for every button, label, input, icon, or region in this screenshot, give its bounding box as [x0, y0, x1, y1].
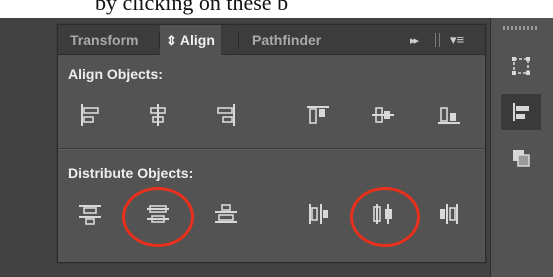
- distribute-top-edges-icon: [79, 205, 101, 225]
- dock-grip-handle[interactable]: [503, 26, 539, 30]
- panel-menu-button[interactable]: ▾≡: [450, 25, 464, 55]
- menu-separator: [439, 33, 440, 47]
- align-top-edges-button[interactable]: [301, 98, 335, 132]
- panel-dock: [490, 18, 553, 277]
- align-horizontal-centers-button[interactable]: [141, 98, 175, 132]
- align-objects-label: Align Objects:: [68, 66, 163, 82]
- menu-separator: [435, 33, 436, 47]
- align-right-edges-icon: [217, 104, 235, 126]
- distribute-right-edges-button[interactable]: [432, 197, 466, 231]
- tab-separator: [238, 31, 239, 49]
- distribute-bottom-edges-icon: [215, 204, 237, 223]
- dock-transform-button[interactable]: [501, 48, 541, 84]
- tab-pathfinder-label: Pathfinder: [252, 32, 322, 48]
- distribute-left-edges-button[interactable]: [301, 197, 335, 231]
- dock-align-button[interactable]: [501, 94, 541, 130]
- highlight-circle: [122, 187, 194, 247]
- panel-tab-bar: Transform ⇕ Align Pathfinder ▸▸ ▾≡: [58, 25, 485, 56]
- tab-transform[interactable]: Transform: [64, 25, 144, 55]
- align-top-edges-icon: [307, 106, 329, 124]
- distribute-top-edges-button[interactable]: [73, 197, 107, 231]
- double-chevron-right-icon: ▸▸: [410, 35, 419, 47]
- tab-align[interactable]: ⇕ Align: [160, 25, 221, 56]
- panel-menu-icon: ▾≡: [450, 32, 465, 47]
- align-left-edges-button[interactable]: [73, 98, 107, 132]
- section-divider-highlight: [58, 149, 485, 150]
- pathfinder-panel-icon: [513, 150, 530, 167]
- tab-options-chevron-icon: ⇕: [166, 33, 177, 48]
- align-left-edges-icon: [81, 104, 99, 126]
- distribute-objects-label: Distribute Objects:: [68, 165, 194, 181]
- align-bottom-edges-button[interactable]: [432, 98, 466, 132]
- align-bottom-edges-icon: [438, 107, 460, 124]
- align-vertical-centers-button[interactable]: [366, 98, 400, 132]
- align-panel: Transform ⇕ Align Pathfinder ▸▸ ▾≡ Align …: [57, 24, 486, 263]
- tab-transform-label: Transform: [70, 32, 139, 48]
- transform-panel-icon: [512, 57, 530, 75]
- background-text: by clicking on these b: [95, 0, 289, 15]
- align-panel-icon: [513, 103, 529, 121]
- align-right-edges-button[interactable]: [209, 98, 243, 132]
- distribute-bottom-edges-button[interactable]: [209, 197, 243, 231]
- tab-pathfinder[interactable]: Pathfinder: [246, 25, 327, 55]
- tab-align-label: Align: [179, 32, 215, 48]
- distribute-left-edges-icon: [309, 204, 328, 224]
- align-horizontal-centers-icon: [150, 104, 166, 126]
- dock-pathfinder-button[interactable]: [501, 140, 541, 176]
- align-vertical-centers-icon: [372, 107, 394, 123]
- collapse-panel-button[interactable]: ▸▸: [410, 25, 419, 55]
- distribute-right-edges-icon: [440, 204, 458, 224]
- highlight-circle: [350, 187, 420, 247]
